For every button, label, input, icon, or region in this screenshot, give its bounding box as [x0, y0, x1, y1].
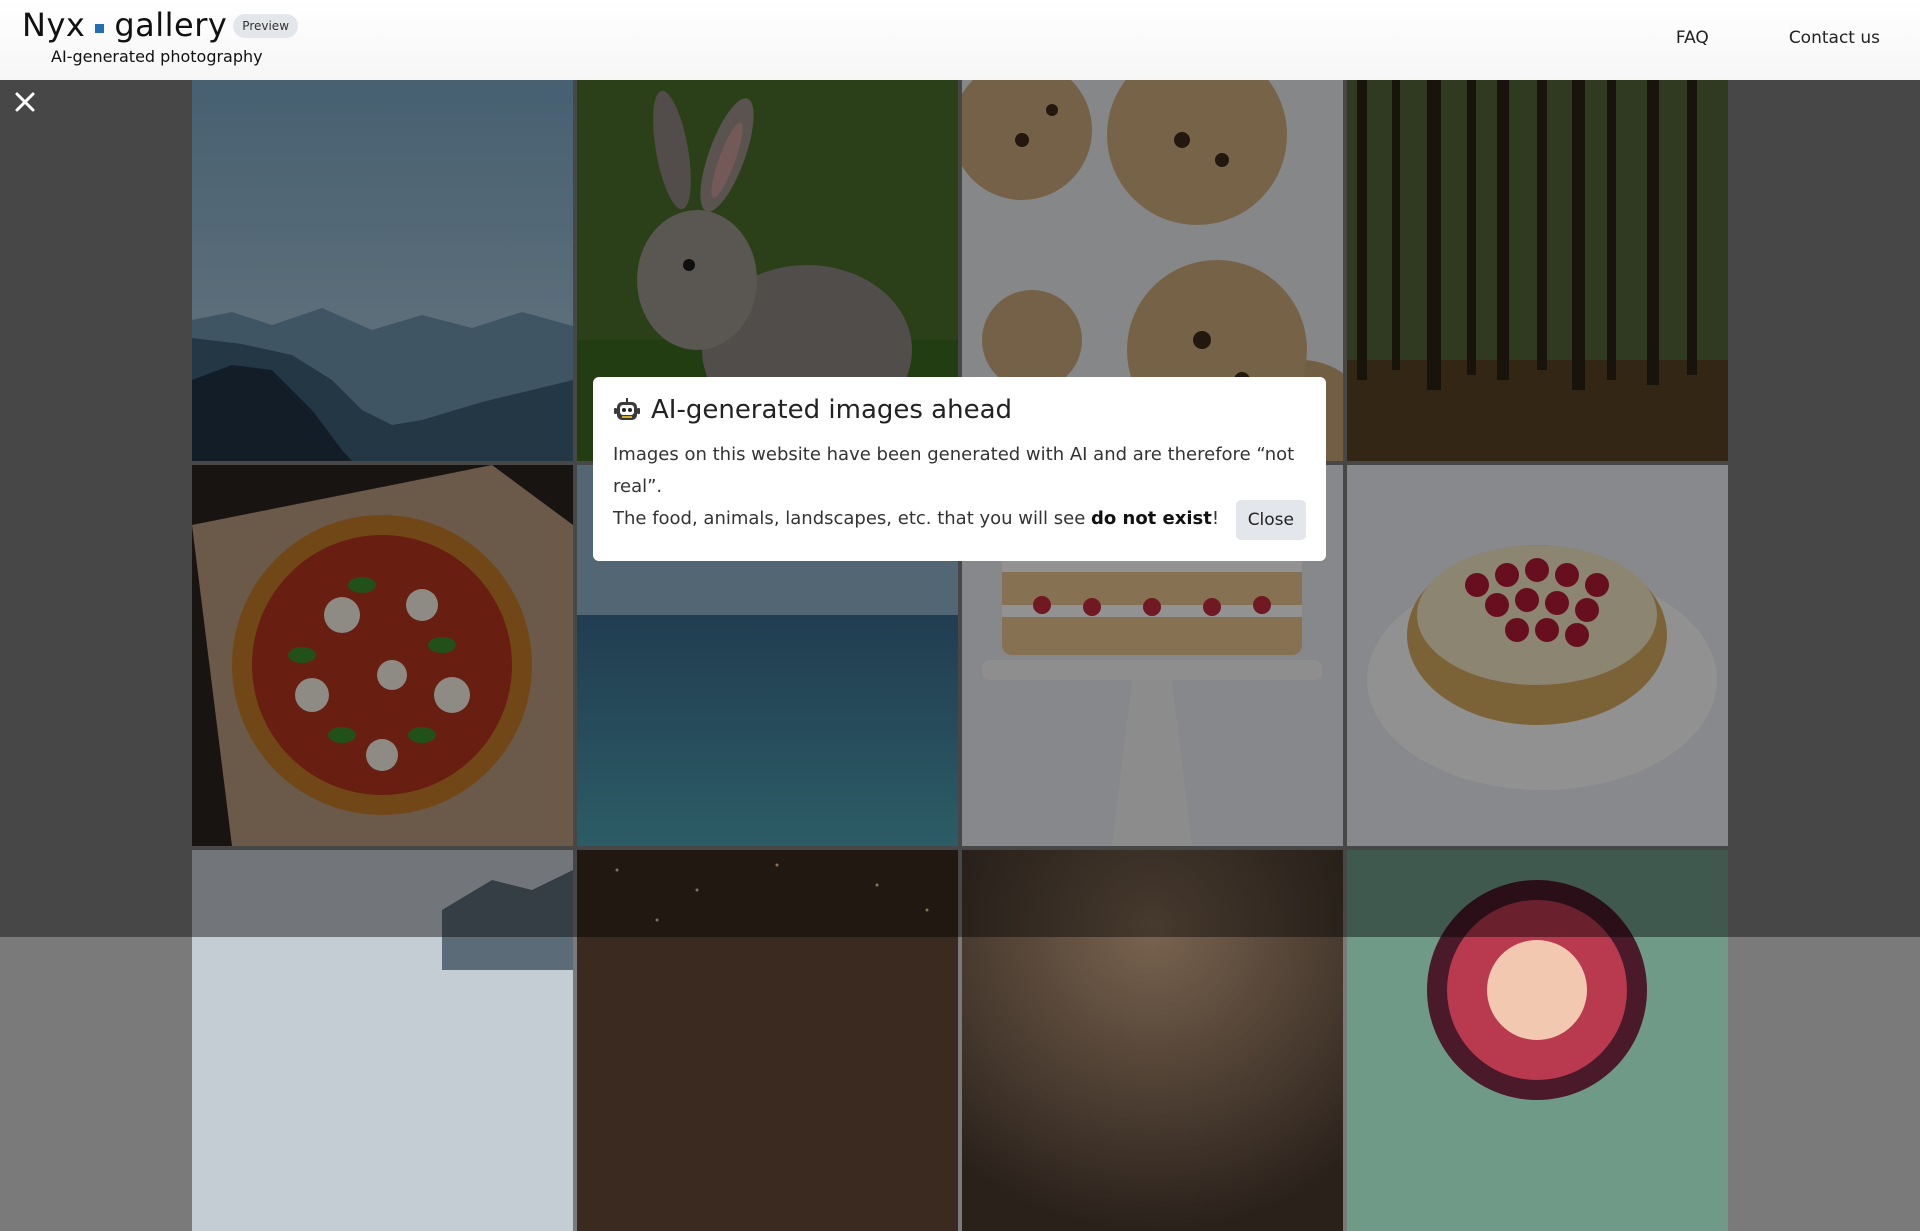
dialog-title: AI-generated images ahead — [613, 395, 1306, 425]
logo[interactable]: Nyx gallery — [22, 6, 227, 44]
brand[interactable]: Nyx gallery Preview — [22, 6, 299, 44]
preview-badge: Preview — [233, 14, 299, 38]
tagline: AI-generated photography — [51, 47, 263, 66]
dialog-body: Images on this website have been generat… — [613, 439, 1306, 535]
dialog-emphasis: do not exist — [1090, 508, 1212, 529]
site-header: Nyx gallery Preview AI-generated photogr… — [0, 0, 1920, 80]
dialog-title-text: AI-generated images ahead — [651, 395, 1013, 425]
close-button[interactable]: Close — [1235, 500, 1306, 540]
close-icon[interactable] — [13, 90, 37, 114]
dialog-line-2-end: ! — [1211, 508, 1220, 529]
brand-name-right: gallery — [114, 6, 228, 44]
main-nav: FAQ Contact us — [1676, 28, 1880, 48]
nav-contact[interactable]: Contact us — [1789, 28, 1880, 48]
dialog-line-2-text: The food, animals, landscapes, etc. that… — [613, 508, 1091, 529]
ai-disclaimer-dialog: AI-generated images ahead Images on this… — [593, 377, 1326, 561]
robot-icon — [614, 398, 640, 420]
brand-separator — [95, 23, 105, 33]
brand-name-left: Nyx — [22, 6, 86, 44]
dialog-line-1: Images on this website have been generat… — [613, 444, 1295, 497]
dialog-line-2: The food, animals, landscapes, etc. that… — [613, 503, 1306, 535]
nav-faq[interactable]: FAQ — [1676, 28, 1709, 48]
